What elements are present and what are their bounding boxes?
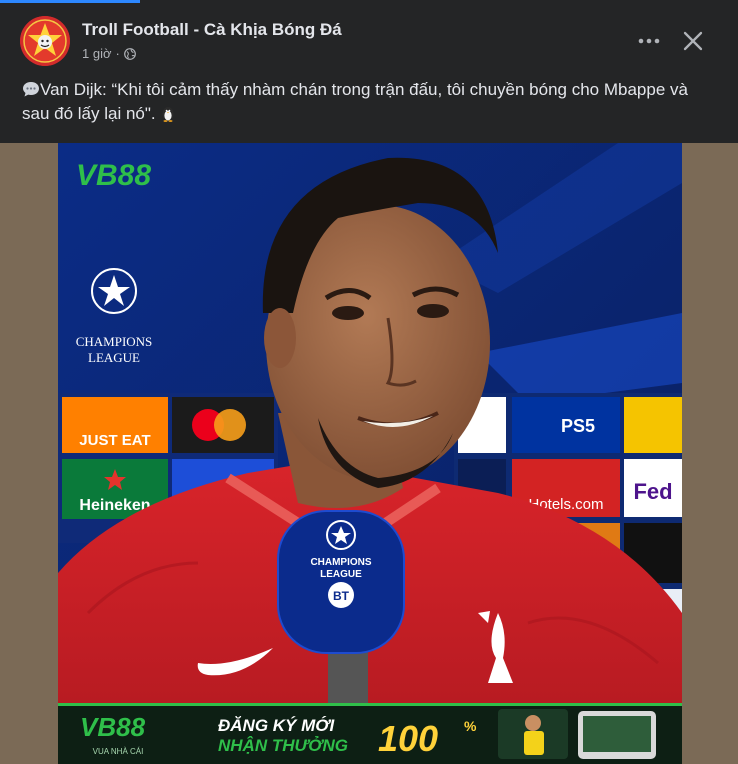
svg-text:BT: BT <box>333 589 350 603</box>
caption-text: Van Dijk: “Khi tôi cảm thấy nhàm chán tr… <box>22 80 688 123</box>
svg-text:100: 100 <box>378 718 438 759</box>
vb88-logo: VB88 <box>76 159 151 192</box>
speech-bubble-icon <box>23 82 39 97</box>
svg-text:NHẬN THƯỞNG: NHẬN THƯỞNG <box>218 736 348 755</box>
svg-text:ĐĂNG KÝ MỚI: ĐĂNG KÝ MỚI <box>218 716 336 735</box>
svg-text:CHAMPIONS: CHAMPIONS <box>310 557 371 568</box>
post-image[interactable]: JUST EAT Heineken PS5 Hotels.com Fed VB8… <box>58 143 682 764</box>
svg-text:LEAGUE: LEAGUE <box>320 569 362 580</box>
ad-banner: VB88 VUA NHÀ CÁI ĐĂNG KÝ MỚI NHẬN THƯỞNG… <box>58 703 682 764</box>
svg-text:VUA NHÀ CÁI: VUA NHÀ CÁI <box>93 747 144 756</box>
sponsor-fedex: Fed <box>633 479 672 504</box>
svg-text:LEAGUE: LEAGUE <box>88 350 140 365</box>
post-meta: 1 giờ · <box>82 46 136 61</box>
penguin-icon <box>162 107 174 122</box>
svg-text:CHAMPIONS: CHAMPIONS <box>76 334 153 349</box>
more-options-icon[interactable] <box>634 26 664 56</box>
close-icon[interactable] <box>676 24 710 58</box>
sponsor-justeat: JUST EAT <box>79 432 150 449</box>
post-caption: Van Dijk: “Khi tôi cảm thấy nhàm chán tr… <box>22 78 712 126</box>
post-header: Troll Football - Cà Khịa Bóng Đá 1 giờ · <box>20 16 722 66</box>
sponsor-ps5: PS5 <box>561 416 595 436</box>
page-avatar-icon[interactable] <box>20 16 70 66</box>
active-tab-indicator <box>0 0 140 3</box>
page-name[interactable]: Troll Football - Cà Khịa Bóng Đá <box>82 20 342 40</box>
svg-text:%: % <box>464 718 477 734</box>
post-time[interactable]: 1 giờ <box>82 46 112 61</box>
globe-icon <box>123 47 136 60</box>
svg-text:VB88: VB88 <box>80 712 146 742</box>
